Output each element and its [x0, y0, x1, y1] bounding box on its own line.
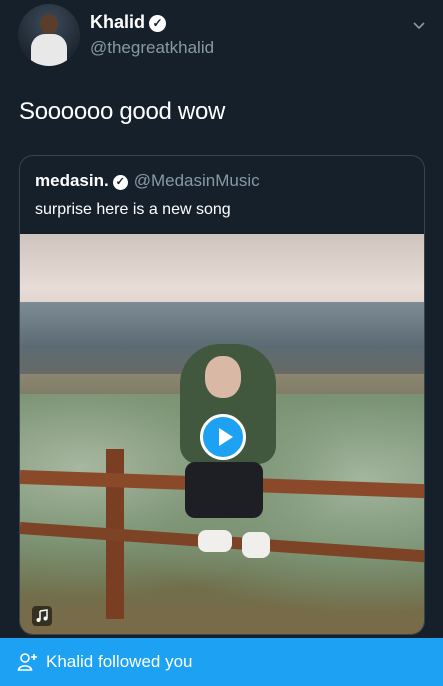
- toast-text: Khalid followed you: [46, 652, 193, 671]
- verified-badge-icon: ✓: [149, 15, 167, 32]
- quote-text: surprise here is a new song: [35, 201, 231, 218]
- tweet-text: Soooooo good wow: [19, 98, 226, 125]
- author-name-text: Khalid: [90, 12, 146, 32]
- media-person-legs: [185, 462, 263, 518]
- follow-notification-toast[interactable]: Khalid followed you: [0, 638, 443, 686]
- play-button[interactable]: [200, 414, 246, 460]
- media-person-shoe: [242, 532, 270, 558]
- author-handle[interactable]: @thegreatkhalid: [90, 38, 214, 58]
- chevron-down-icon[interactable]: [412, 18, 426, 32]
- author-name[interactable]: Khalid ✓: [90, 12, 167, 33]
- author-avatar[interactable]: [18, 4, 80, 66]
- media-person-shoe: [198, 530, 232, 552]
- quote-author[interactable]: medasin. ✓ @MedasinMusic: [35, 171, 260, 191]
- quote-author-handle: @MedasinMusic: [133, 171, 260, 190]
- media-person-face: [205, 356, 241, 398]
- play-icon: [219, 428, 233, 446]
- follow-user-icon: [17, 653, 37, 671]
- quote-author-name: medasin.: [35, 171, 109, 190]
- verified-badge-icon: ✓: [112, 175, 128, 190]
- quoted-tweet-card[interactable]: medasin. ✓ @MedasinMusic surprise here is …: [19, 155, 425, 635]
- music-badge: [32, 606, 52, 626]
- avatar-head: [40, 14, 58, 34]
- music-note-icon: [36, 609, 48, 622]
- tweet-header: Khalid ✓ @thegreatkhalid: [18, 4, 428, 66]
- avatar-shirt: [31, 34, 67, 66]
- video-media[interactable]: [20, 234, 424, 634]
